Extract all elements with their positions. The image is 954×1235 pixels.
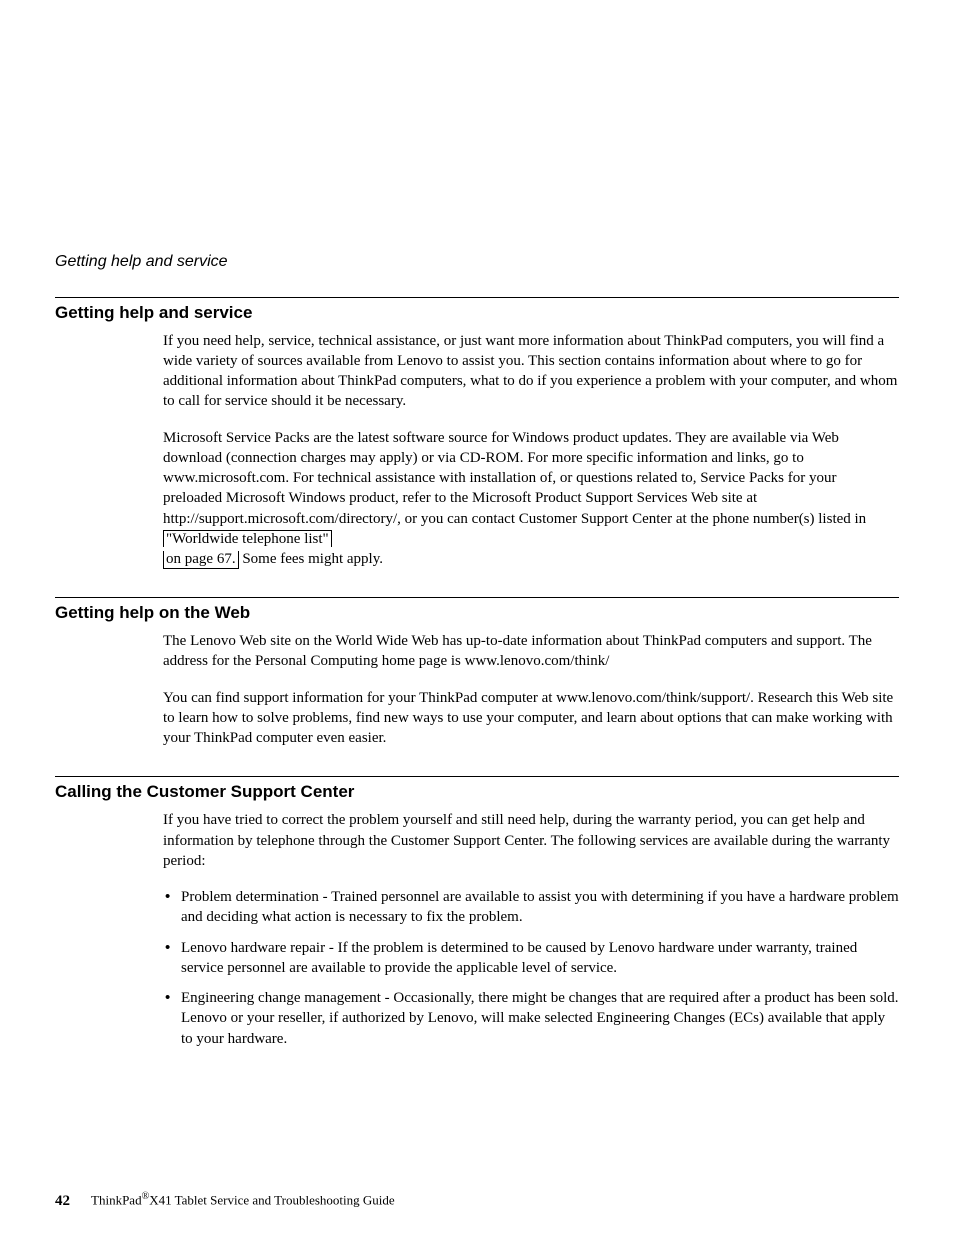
page-content: Getting help and service Getting help an… <box>55 251 899 1077</box>
paragraph: Microsoft Service Packs are the latest s… <box>163 428 899 570</box>
bullet-list: Problem determination - Trained personne… <box>163 887 899 1049</box>
section-body: If you need help, service, technical ass… <box>163 331 899 570</box>
section-heading: Getting help and service <box>55 302 899 325</box>
section-rule <box>55 297 899 298</box>
section-getting-help-and-service: Getting help and service If you need hel… <box>55 297 899 570</box>
section-rule <box>55 597 899 598</box>
section-heading: Calling the Customer Support Center <box>55 781 899 804</box>
text: Microsoft Service Packs are the latest s… <box>163 430 866 527</box>
paragraph: You can find support information for you… <box>163 688 899 749</box>
text: Some fees might apply. <box>239 551 383 567</box>
page-footer: 42 ThinkPad®X41 Tablet Service and Troub… <box>55 1190 395 1211</box>
list-item: Problem determination - Trained personne… <box>163 887 899 928</box>
paragraph: If you have tried to correct the problem… <box>163 810 899 871</box>
paragraph: The Lenovo Web site on the World Wide We… <box>163 631 899 672</box>
list-item: Engineering change management - Occasion… <box>163 988 899 1049</box>
page-number: 42 <box>55 1193 70 1209</box>
list-item: Lenovo hardware repair - If the problem … <box>163 938 899 979</box>
section-calling-customer-support-center: Calling the Customer Support Center If y… <box>55 776 899 1048</box>
paragraph: If you need help, service, technical ass… <box>163 331 899 412</box>
footer-title: X41 Tablet Service and Troubleshooting G… <box>149 1193 394 1208</box>
section-getting-help-on-the-web: Getting help on the Web The Lenovo Web s… <box>55 597 899 748</box>
section-heading: Getting help on the Web <box>55 602 899 625</box>
section-rule <box>55 776 899 777</box>
xref-line2: on page 67. <box>163 551 239 569</box>
section-body: The Lenovo Web site on the World Wide We… <box>163 631 899 748</box>
footer-brand: ThinkPad <box>91 1193 142 1208</box>
xref-line1: "Worldwide telephone list" <box>163 530 332 547</box>
section-body: If you have tried to correct the problem… <box>163 810 899 1049</box>
running-head: Getting help and service <box>55 251 899 273</box>
